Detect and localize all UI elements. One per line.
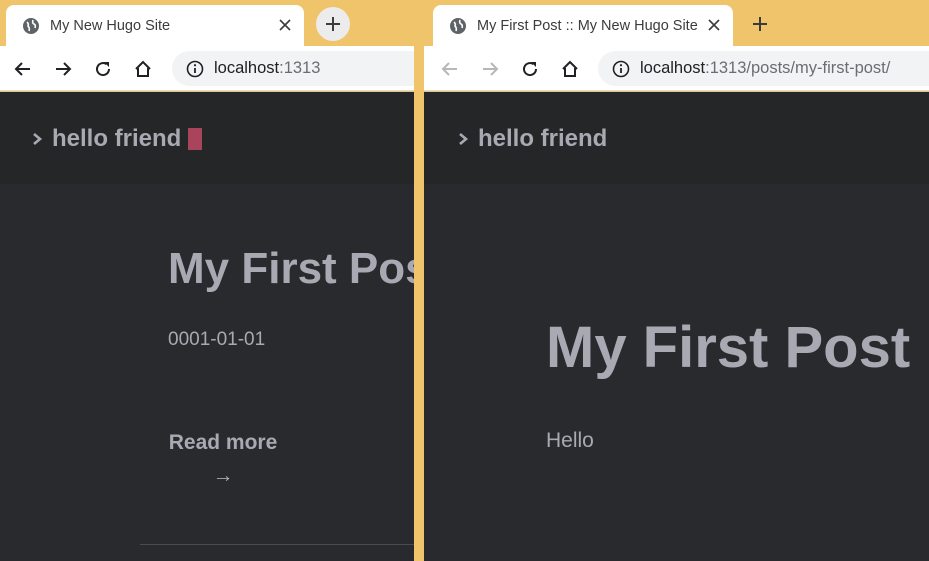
chevron-right-icon [30, 132, 44, 146]
post-title: My First Post [546, 315, 911, 380]
post-title[interactable]: My First Post [168, 244, 414, 294]
tab-my-new-hugo-site[interactable]: My New Hugo Site [6, 5, 304, 46]
url-text: localhost:1313 [214, 59, 320, 78]
url-host: localhost [640, 59, 706, 77]
tab-title: My New Hugo Site [50, 17, 171, 34]
browser-window-left: My New Hugo Site localhost:1313 hello fr… [0, 0, 414, 561]
url-host: localhost [214, 59, 280, 77]
forward-arrow-icon[interactable] [51, 57, 75, 81]
close-icon[interactable] [276, 16, 294, 34]
tab-my-first-post[interactable]: My First Post :: My New Hugo Site [433, 5, 733, 46]
globe-icon [22, 17, 40, 35]
close-icon[interactable] [705, 16, 723, 34]
read-more-link[interactable]: Read more → [168, 426, 278, 492]
browser-toolbar: localhost:1313 [0, 46, 414, 91]
forward-arrow-icon[interactable] [478, 57, 502, 81]
browser-window-right: My First Post :: My New Hugo Site localh… [424, 0, 929, 561]
site-logo[interactable]: hello friend [30, 125, 203, 153]
post-body: Hello [546, 429, 594, 452]
page-content: hello friend My First Post Hello [424, 92, 929, 561]
globe-icon [449, 17, 467, 35]
home-icon[interactable] [558, 57, 582, 81]
window-divider [414, 0, 424, 561]
post-divider [140, 544, 414, 545]
info-icon[interactable] [186, 60, 204, 78]
tab-title: My First Post :: My New Hugo Site [477, 17, 698, 34]
page-content: hello friend My First Post 0001-01-01 Re… [0, 92, 414, 561]
address-bar[interactable]: localhost:1313 [172, 51, 414, 86]
site-header: hello friend [0, 92, 414, 184]
home-icon[interactable] [131, 57, 155, 81]
url-path: :1313/posts/my-first-post/ [705, 59, 891, 77]
logo-text: hello friend [478, 125, 608, 152]
url-path: :1313 [279, 59, 321, 77]
url-text: localhost:1313/posts/my-first-post/ [640, 59, 890, 78]
plus-icon[interactable] [316, 7, 350, 41]
site-header: hello friend [424, 92, 929, 184]
reload-icon[interactable] [518, 57, 542, 81]
blinking-cursor [188, 128, 203, 150]
browser-toolbar: localhost:1313/posts/my-first-post/ [424, 46, 929, 91]
tab-strip: My First Post :: My New Hugo Site [424, 0, 929, 46]
post-date: 0001-01-01 [168, 329, 266, 350]
back-arrow-icon[interactable] [438, 57, 462, 81]
plus-icon[interactable] [743, 7, 777, 41]
site-logo[interactable]: hello friend [456, 125, 607, 153]
info-icon[interactable] [612, 60, 630, 78]
tab-strip: My New Hugo Site [0, 0, 414, 46]
logo-text: hello friend [52, 125, 182, 152]
chevron-right-icon [456, 132, 470, 146]
reload-icon[interactable] [91, 57, 115, 81]
back-arrow-icon[interactable] [11, 57, 35, 81]
address-bar[interactable]: localhost:1313/posts/my-first-post/ [598, 51, 929, 86]
